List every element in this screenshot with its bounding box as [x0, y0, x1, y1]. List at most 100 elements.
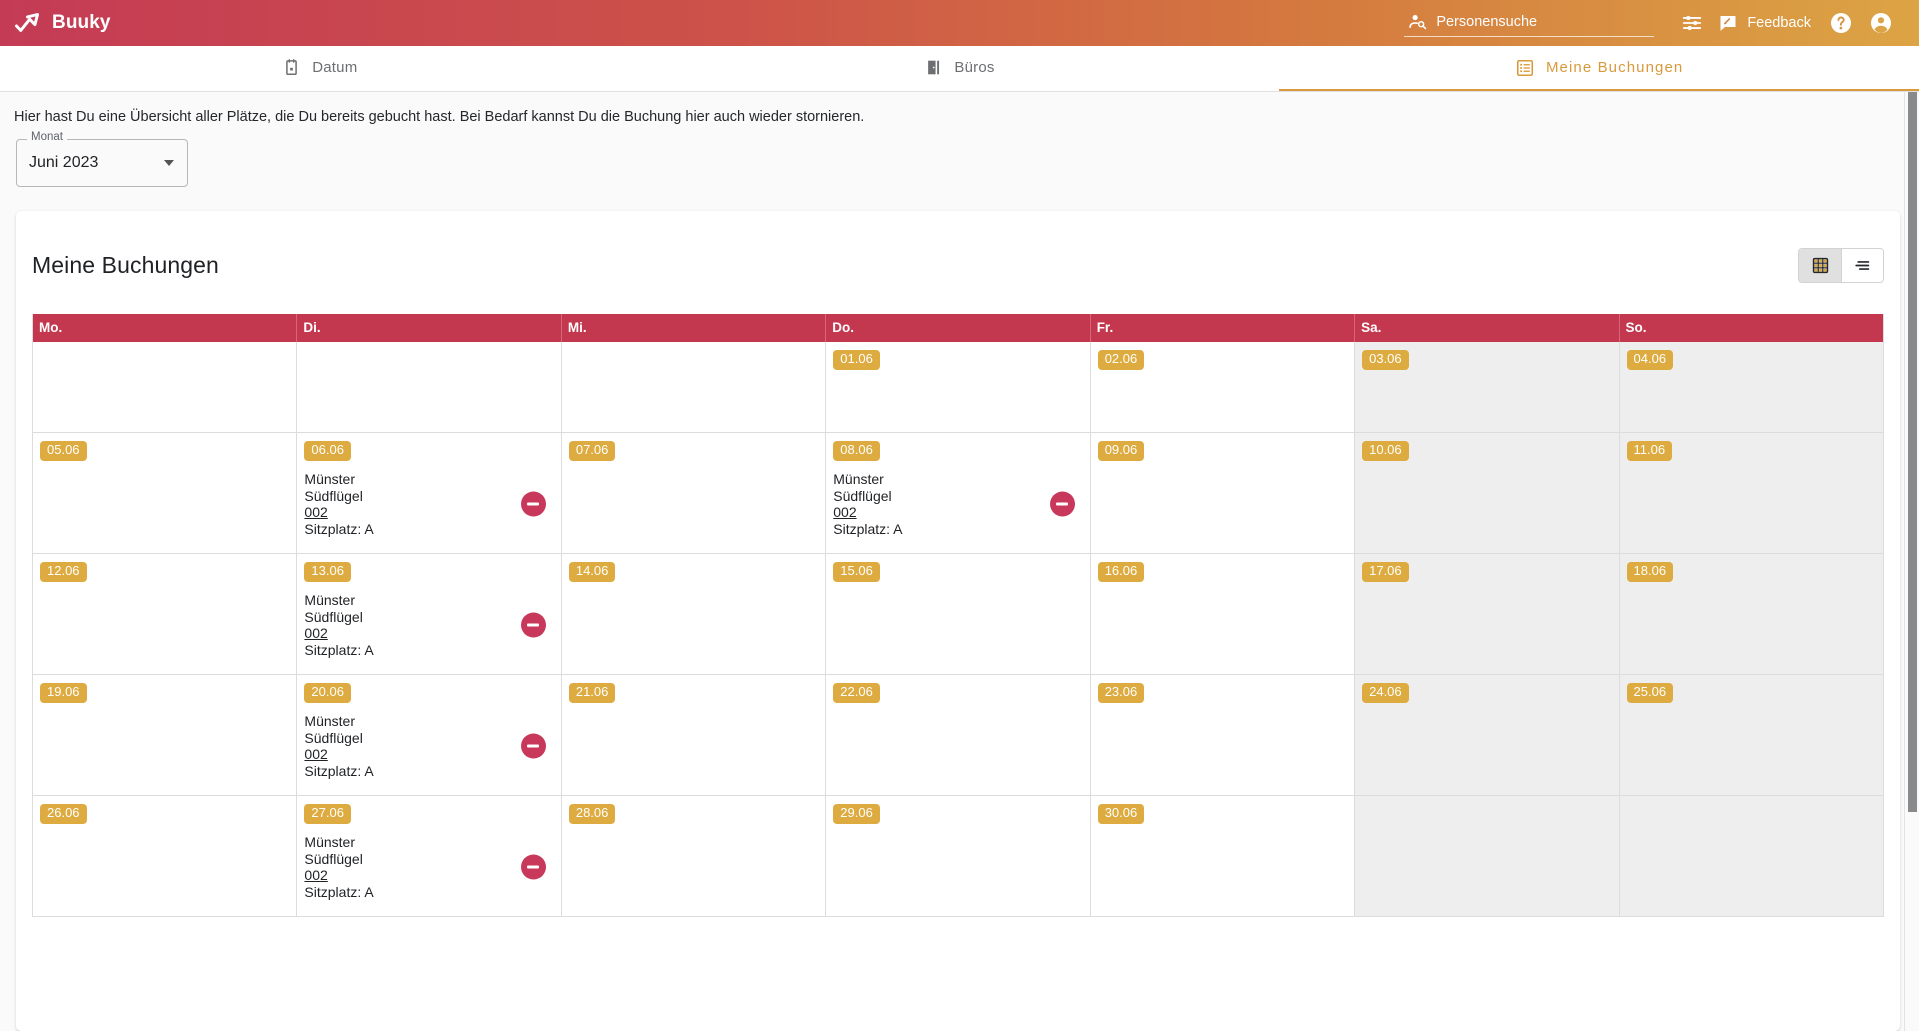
intro-text: Hier hast Du eine Übersicht aller Plätze…	[14, 109, 865, 125]
booking-room-link[interactable]: 002	[304, 625, 504, 642]
calendar-day-cell[interactable]: 30.06	[1090, 796, 1356, 917]
calendar-weekday-header: Mo. Di. Mi. Do. Fr. Sa. So.	[33, 314, 1883, 343]
calendar-day-cell[interactable]: 10.06	[1355, 433, 1620, 554]
list-view-button[interactable]	[1841, 249, 1883, 283]
weekday-header: Di.	[297, 314, 562, 343]
date-badge: 09.06	[1097, 441, 1145, 462]
grid-icon	[1812, 257, 1828, 274]
account-button[interactable]	[1861, 3, 1901, 43]
card-header: Meine Buchungen	[16, 211, 1900, 314]
booking-room-link[interactable]: 002	[833, 504, 1033, 521]
date-badge: 08.06	[833, 441, 880, 462]
tune-button[interactable]	[1672, 3, 1712, 43]
calendar-week-row: 05.06 06.06 Münster Südflügel 002 Sitzplatz: …	[33, 432, 1883, 554]
calendar-day-cell[interactable]	[561, 342, 827, 433]
month-select-value: Juni 2023	[29, 154, 99, 171]
weekday-header: Mo.	[33, 314, 298, 343]
calendar-body: 01.06 02.06 03.06 04.06 05.06 06.06 Münster Süd…	[33, 342, 1883, 917]
booking-building: Münster	[304, 471, 355, 488]
booking-entry: Münster Südflügel 002 Sitzplatz: A	[304, 834, 552, 900]
calendar-day-cell[interactable]: 19.06	[33, 675, 298, 796]
minus-icon	[527, 865, 540, 869]
bookings-card: Meine Buchungen Mo. Di. Mi. Do. Fr. Sa. …	[16, 211, 1900, 1031]
month-select[interactable]: Monat Juni 2023	[16, 131, 188, 187]
brand[interactable]: Buuky	[14, 10, 111, 37]
calendar-day-cell[interactable]: 06.06 Münster Südflügel 002 Sitzplatz: A	[297, 433, 562, 554]
date-badge: 26.06	[40, 804, 87, 825]
feedback-label: Feedback	[1747, 15, 1811, 31]
tab-label: Büros	[954, 59, 995, 76]
booking-entry: Münster Südflügel 002 Sitzplatz: A	[304, 713, 552, 779]
cancel-booking-button[interactable]	[520, 491, 546, 517]
grid-view-button[interactable]	[1799, 249, 1841, 283]
feedback-button[interactable]: Feedback	[1712, 3, 1821, 43]
booking-building: Münster	[304, 713, 355, 730]
tab-bueros[interactable]: Büros	[640, 46, 1280, 91]
booking-room-link[interactable]: 002	[304, 504, 504, 521]
date-badge: 16.06	[1097, 562, 1145, 583]
calendar-day-cell[interactable]: 22.06	[826, 675, 1091, 796]
date-badge: 19.06	[40, 683, 87, 704]
main-tabs: Datum Büros Meine Buchungen	[0, 46, 1919, 92]
calendar-day-cell[interactable]: 27.06 Münster Südflügel 002 Sitzplatz: A	[297, 796, 562, 917]
calendar-day-cell[interactable]: 11.06	[1619, 433, 1883, 554]
calendar-day-cell[interactable]: 28.06	[561, 796, 827, 917]
minus-icon	[527, 623, 540, 627]
calendar-day-cell[interactable]: 13.06 Münster Südflügel 002 Sitzplatz: A	[297, 554, 562, 675]
cancel-booking-button[interactable]	[1049, 491, 1075, 517]
weekday-header: Mi.	[562, 314, 827, 343]
calendar-day-cell[interactable]: 08.06 Münster Südflügel 002 Sitzplatz: A	[826, 433, 1091, 554]
calendar-day-cell[interactable]: 02.06	[1090, 342, 1356, 433]
calendar-day-cell[interactable]: 03.06	[1355, 342, 1620, 433]
cancel-booking-button[interactable]	[520, 733, 546, 759]
calendar-day-cell[interactable]: 18.06	[1619, 554, 1883, 675]
calendar-day-cell[interactable]: 07.06	[561, 433, 827, 554]
calendar-week-row: 19.06 20.06 Münster Südflügel 002 Sitzplatz: …	[33, 674, 1883, 796]
booking-room-link[interactable]: 002	[304, 867, 504, 884]
search-input[interactable]	[1436, 13, 1651, 30]
calendar-day-cell[interactable]: 12.06	[33, 554, 298, 675]
help-circle-icon	[1831, 13, 1851, 33]
calendar-day-cell[interactable]	[297, 342, 562, 433]
scrollbar-thumb[interactable]	[1908, 92, 1917, 812]
calendar-day-cell[interactable]: 25.06	[1619, 675, 1883, 796]
top-bar-actions: Feedback	[1404, 3, 1901, 43]
calendar-day-cell[interactable]	[1355, 796, 1620, 917]
calendar-day-cell[interactable]: 26.06	[33, 796, 298, 917]
filter-row: Monat Juni 2023	[0, 125, 1919, 187]
calendar-day-cell[interactable]: 09.06	[1090, 433, 1356, 554]
cancel-booking-button[interactable]	[520, 612, 546, 638]
calendar-day-cell[interactable]: 05.06	[33, 433, 298, 554]
date-badge: 27.06	[304, 804, 351, 825]
calendar-day-cell[interactable]: 23.06	[1090, 675, 1356, 796]
calendar-day-cell[interactable]: 14.06	[561, 554, 827, 675]
calendar-day-cell[interactable]	[33, 342, 298, 433]
calendar-day-cell[interactable]: 16.06	[1090, 554, 1356, 675]
weekday-header: So.	[1625, 320, 1647, 336]
calendar-day-cell[interactable]: 24.06	[1355, 675, 1620, 796]
help-button[interactable]	[1821, 3, 1861, 43]
date-badge: 23.06	[1097, 683, 1145, 704]
calendar-day-cell[interactable]: 20.06 Münster Südflügel 002 Sitzplatz: A	[297, 675, 562, 796]
weekday-header: Do.	[826, 314, 1091, 343]
cancel-booking-button[interactable]	[520, 854, 546, 880]
minus-icon	[527, 502, 540, 506]
bookings-calendar: Mo. Di. Mi. Do. Fr. Sa. So. 01.06 02.06 03…	[32, 314, 1884, 918]
account-circle-icon	[1871, 13, 1891, 33]
calendar-day-cell[interactable]: 29.06	[826, 796, 1091, 917]
calendar-day-cell[interactable]: 17.06	[1355, 554, 1620, 675]
booking-building: Münster	[304, 834, 355, 851]
calendar-day-cell[interactable]	[1619, 796, 1883, 917]
calendar-day-cell[interactable]: 01.06	[826, 342, 1091, 433]
check-trend-icon	[15, 12, 39, 32]
calendar-day-cell[interactable]: 21.06	[561, 675, 827, 796]
date-badge: 07.06	[568, 441, 616, 462]
tab-datum[interactable]: Datum	[0, 46, 640, 91]
booking-room-link[interactable]: 002	[304, 746, 504, 763]
person-search[interactable]	[1404, 9, 1655, 37]
calendar-day-cell[interactable]: 04.06	[1619, 342, 1883, 433]
calendar-day-cell[interactable]: 15.06	[826, 554, 1091, 675]
booking-seat: Sitzplatz: A	[304, 641, 374, 658]
page-scrollbar[interactable]	[1904, 92, 1919, 1031]
tab-meine-buchungen[interactable]: Meine Buchungen	[1279, 46, 1919, 91]
